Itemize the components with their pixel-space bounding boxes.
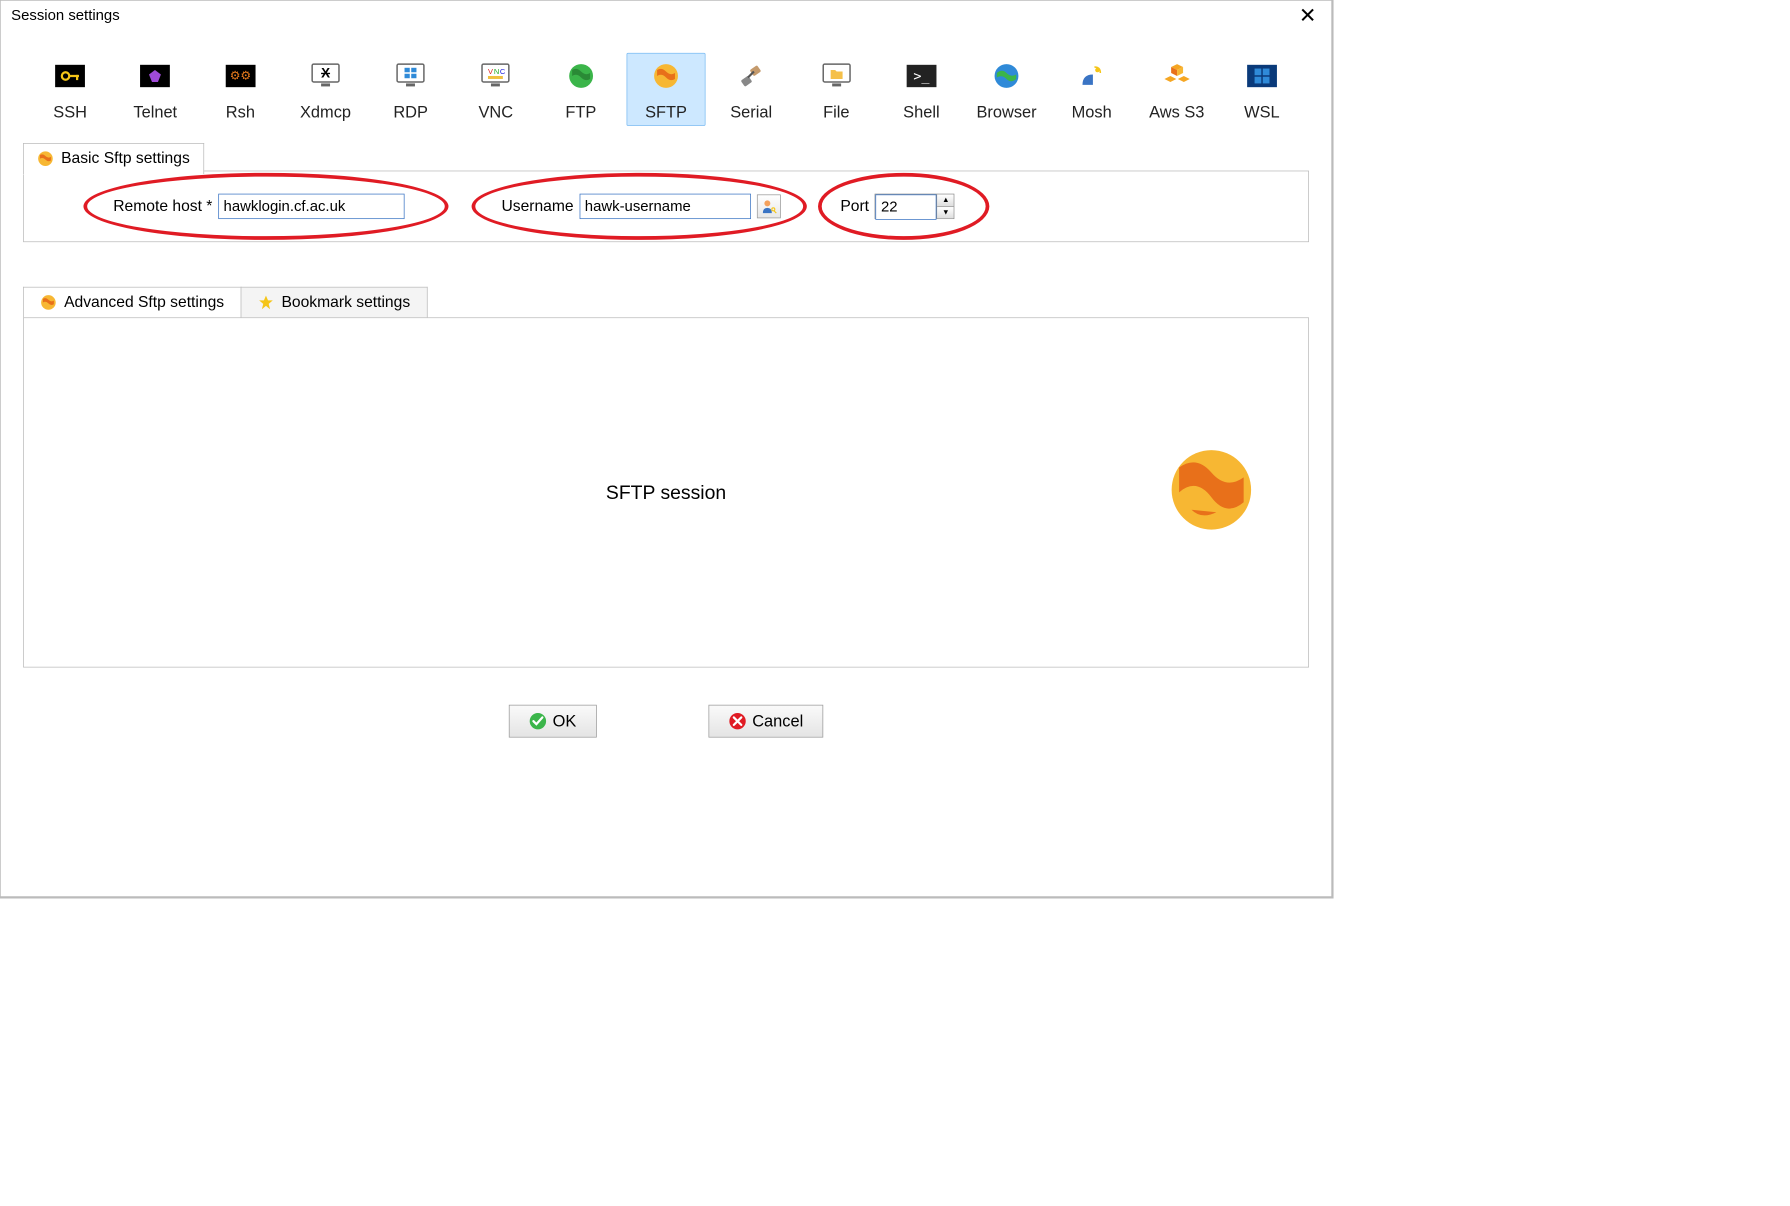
protocol-wsl[interactable]: WSL <box>1222 53 1301 126</box>
window-title: Session settings <box>11 7 120 24</box>
protocol-label: SFTP <box>645 103 687 122</box>
protocol-label: Mosh <box>1072 103 1112 122</box>
protocol-label: Browser <box>976 103 1036 122</box>
monitor-x-icon: X <box>309 60 342 93</box>
protocol-label: SSH <box>53 103 87 122</box>
bookmark-tab-label: Bookmark settings <box>281 294 410 312</box>
protocol-label: Xdmcp <box>300 103 351 122</box>
protocol-rsh[interactable]: ⚙⚙ Rsh <box>201 53 280 126</box>
advanced-sftp-tab[interactable]: Advanced Sftp settings <box>23 287 241 318</box>
cancel-label: Cancel <box>752 711 803 730</box>
protocol-rdp[interactable]: RDP <box>371 53 450 126</box>
terminal-icon: >_ <box>905 60 938 93</box>
bookmark-settings-tab[interactable]: Bookmark settings <box>240 287 427 318</box>
port-label: Port <box>840 197 869 215</box>
port-input[interactable] <box>876 194 937 219</box>
protocol-label: Rsh <box>226 103 255 122</box>
basic-settings-panel: Basic Sftp settings Remote host * Userna… <box>23 171 1309 243</box>
protocol-xdmcp[interactable]: X Xdmcp <box>286 53 365 126</box>
protocol-file[interactable]: File <box>797 53 876 126</box>
remote-host-input[interactable] <box>218 194 404 219</box>
protocol-serial[interactable]: Serial <box>712 53 791 126</box>
globe-blue-icon <box>990 60 1023 93</box>
x-circle-icon <box>728 712 746 730</box>
protocol-label: Shell <box>903 103 939 122</box>
star-icon <box>258 294 274 310</box>
protocol-label: Aws S3 <box>1149 103 1204 122</box>
advanced-settings-panel: Advanced Sftp settings Bookmark settings… <box>23 287 1309 668</box>
cancel-button[interactable]: Cancel <box>708 705 823 738</box>
protocol-aws-s3[interactable]: Aws S3 <box>1137 53 1216 126</box>
protocol-sftp[interactable]: SFTP <box>626 53 705 126</box>
protocol-label: VNC <box>478 103 513 122</box>
key-icon <box>54 60 87 93</box>
protocol-ftp[interactable]: FTP <box>541 53 620 126</box>
port-spin-up[interactable]: ▲ <box>938 194 954 206</box>
protocol-label: Telnet <box>133 103 177 122</box>
monitor-folder-icon <box>820 60 853 93</box>
svg-text:C: C <box>500 67 506 76</box>
close-icon[interactable]: ✕ <box>1294 5 1320 26</box>
protocol-label: Serial <box>730 103 772 122</box>
protocol-label: WSL <box>1244 103 1280 122</box>
gem-icon <box>139 60 172 93</box>
monitor-vnc-icon: VNC <box>479 60 512 93</box>
user-browse-button[interactable] <box>757 194 781 218</box>
protocol-telnet[interactable]: Telnet <box>116 53 195 126</box>
globe-orange-icon <box>650 60 683 93</box>
protocol-mosh[interactable]: Mosh <box>1052 53 1131 126</box>
svg-text:N: N <box>494 67 499 76</box>
protocol-shell[interactable]: >_ Shell <box>882 53 961 126</box>
gears-icon: ⚙⚙ <box>224 60 257 93</box>
ok-label: OK <box>553 711 577 730</box>
check-circle-icon <box>529 712 547 730</box>
globe-orange-large-icon <box>1167 445 1256 540</box>
basic-settings-tab[interactable]: Basic Sftp settings <box>23 143 204 174</box>
protocol-bar: SSH Telnet ⚙⚙ Rsh X Xdmcp RDP VNC VNC FT… <box>1 31 1332 134</box>
person-key-icon <box>761 198 777 214</box>
username-input[interactable] <box>580 194 751 219</box>
monitor-windows-icon <box>394 60 427 93</box>
protocol-ssh[interactable]: SSH <box>31 53 110 126</box>
windows-icon <box>1246 60 1279 93</box>
session-type-label: SFTP session <box>606 481 726 504</box>
globe-orange-icon <box>40 294 56 310</box>
basic-tab-label: Basic Sftp settings <box>61 150 190 168</box>
ok-button[interactable]: OK <box>509 705 597 738</box>
advanced-tab-label: Advanced Sftp settings <box>64 294 224 312</box>
protocol-label: FTP <box>565 103 596 122</box>
svg-text:X: X <box>321 65 330 80</box>
username-label: Username <box>501 197 573 215</box>
protocol-vnc[interactable]: VNC VNC <box>456 53 535 126</box>
protocol-label: RDP <box>393 103 428 122</box>
satellite-icon <box>1075 60 1108 93</box>
globe-green-icon <box>565 60 598 93</box>
svg-text:V: V <box>488 67 493 76</box>
protocol-browser[interactable]: Browser <box>967 53 1046 126</box>
cubes-icon <box>1160 60 1193 93</box>
remote-host-label: Remote host * <box>113 197 212 215</box>
protocol-label: File <box>823 103 849 122</box>
globe-orange-icon <box>37 150 53 166</box>
port-spin-down[interactable]: ▼ <box>938 207 954 219</box>
plug-icon <box>735 60 768 93</box>
